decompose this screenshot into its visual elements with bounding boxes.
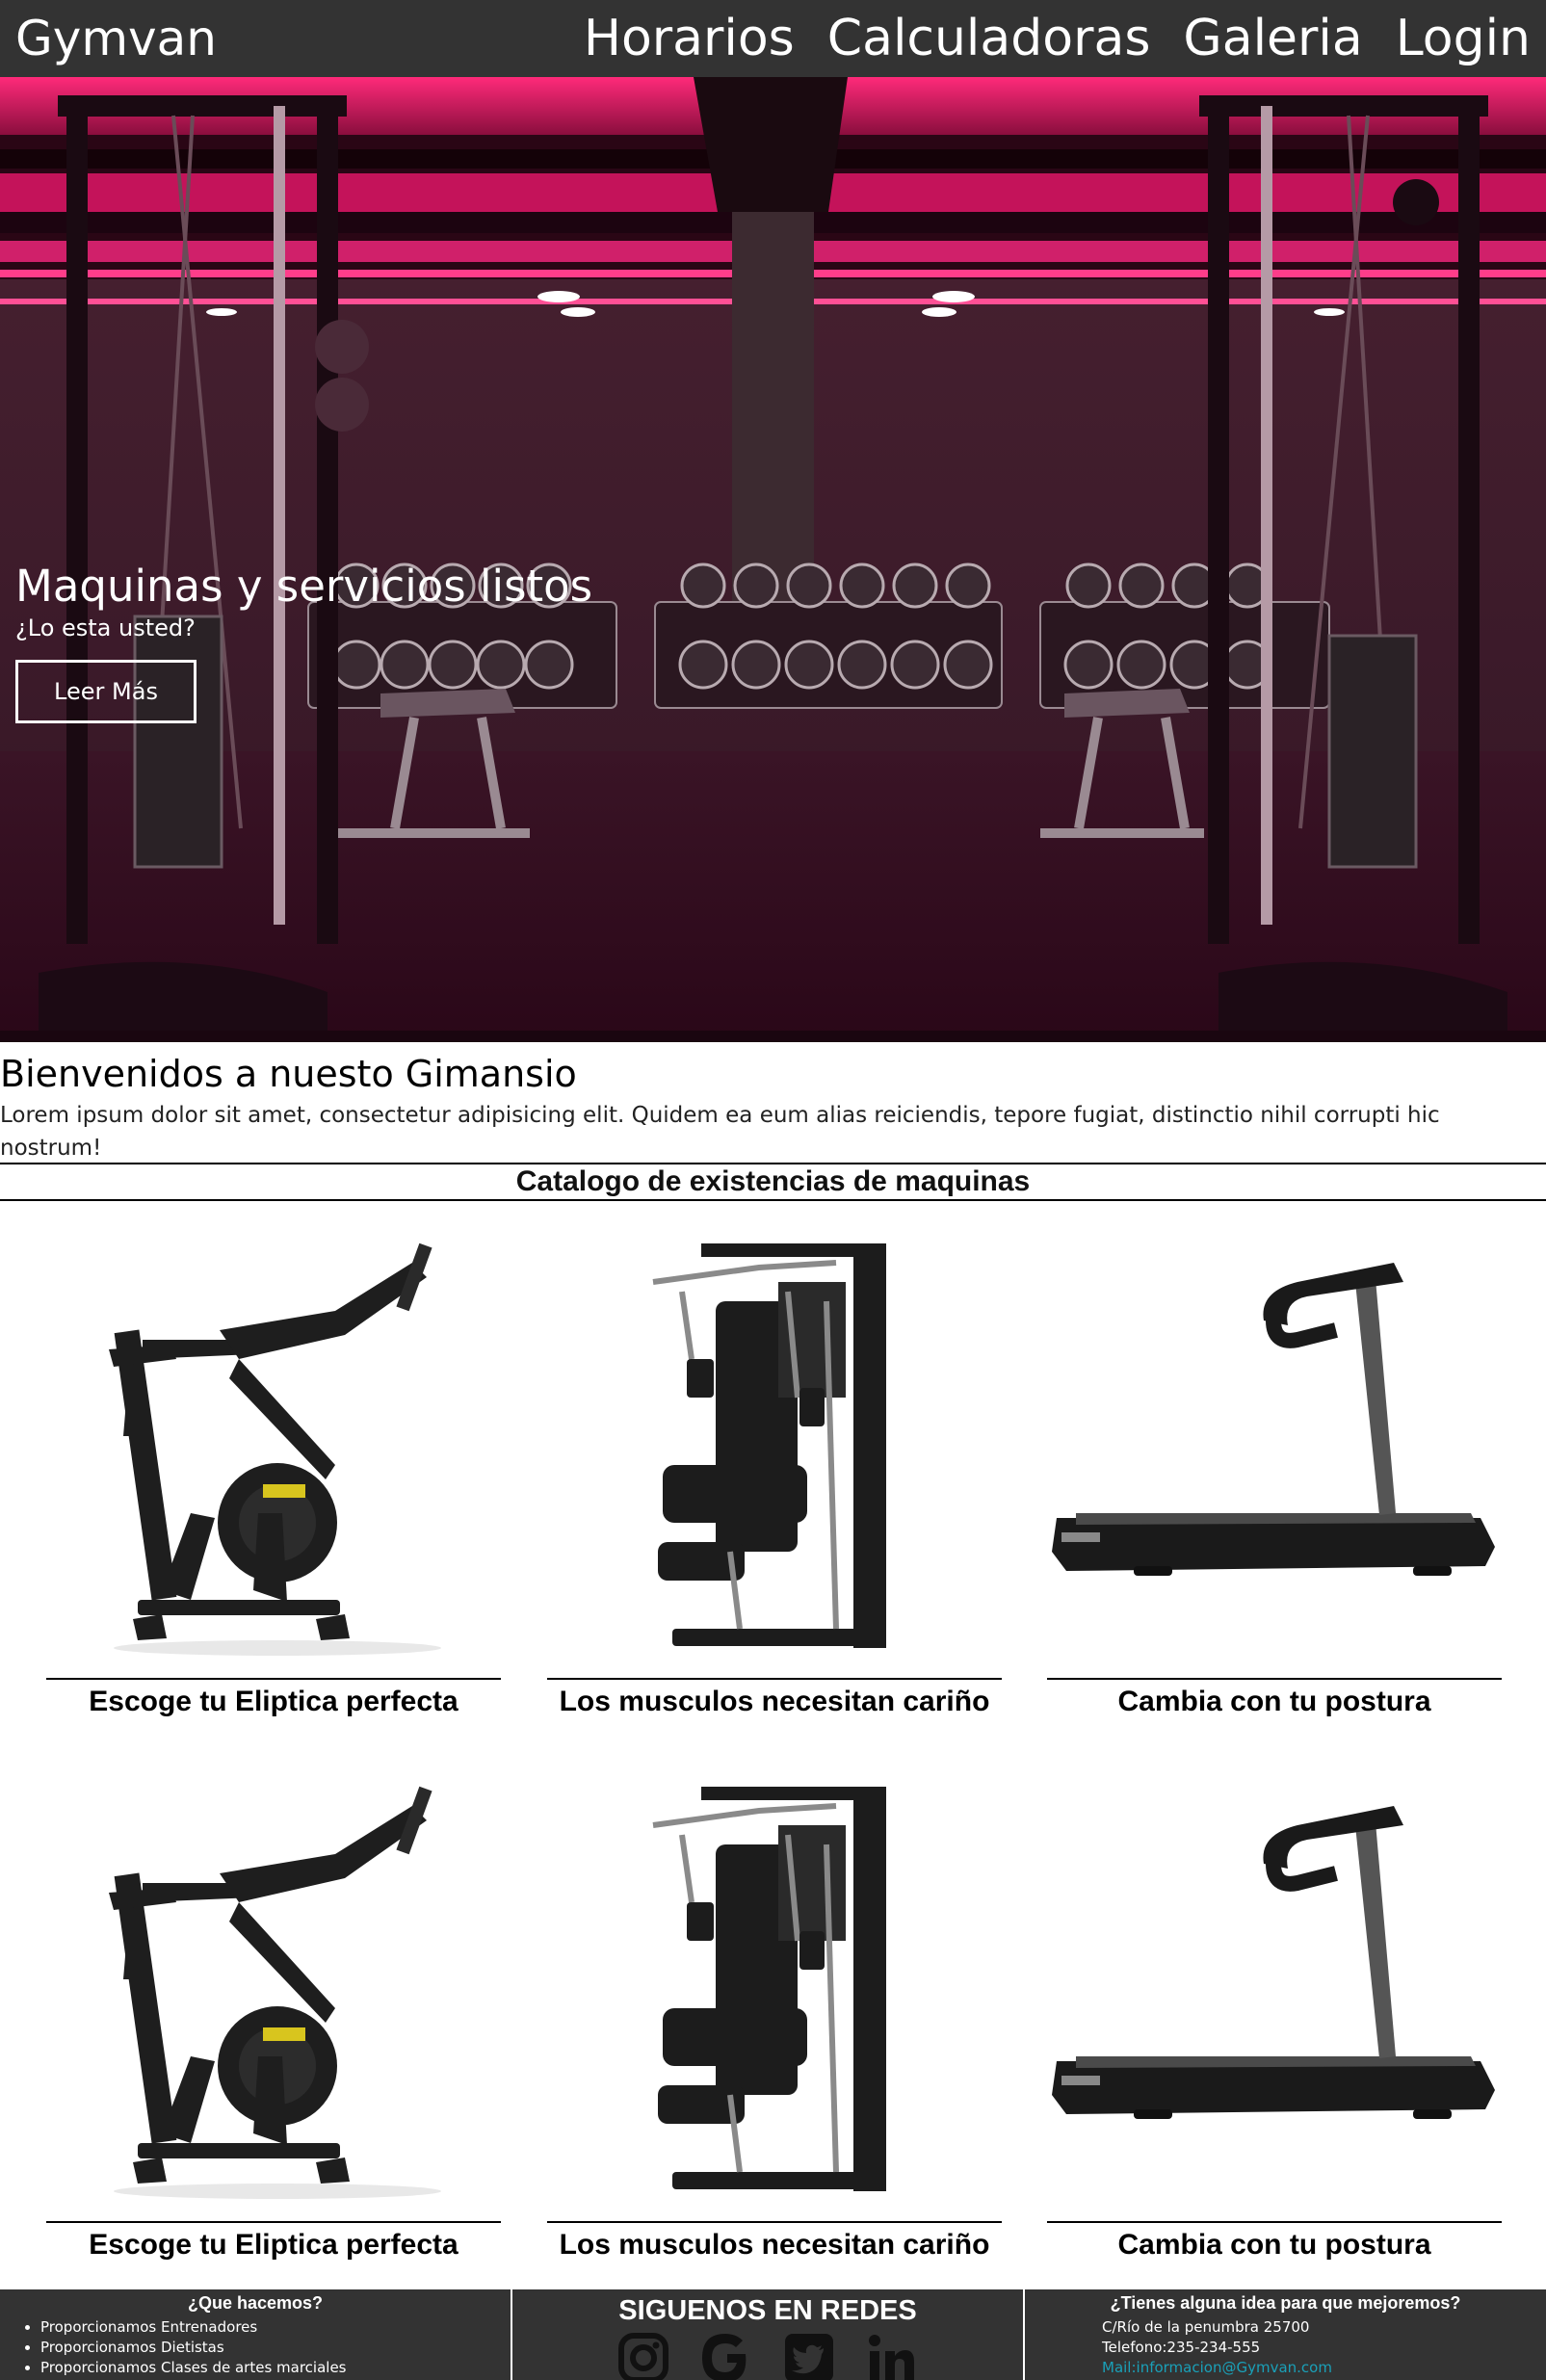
product-card[interactable]: Cambia con tu postura bbox=[1047, 1767, 1502, 2288]
welcome-text: Lorem ipsum dolor sit amet, consectetur … bbox=[0, 1103, 1440, 1161]
contact-info: C/Río de la penumbra 25700 Telefono:235-… bbox=[1025, 2317, 1546, 2378]
read-more-button[interactable]: Leer Más bbox=[15, 660, 197, 723]
product-card[interactable]: Los musculos necesitan cariño bbox=[547, 1224, 1002, 1744]
hero-title: Maquinas y servicios listos bbox=[15, 561, 593, 612]
google-icon[interactable] bbox=[699, 2331, 753, 2380]
welcome-title: Bienvenidos a nuesto Gimansio bbox=[0, 1053, 577, 1095]
exercise-bike-image bbox=[109, 1786, 441, 2199]
multi-gym-machine-image bbox=[652, 1787, 886, 2191]
product-caption: Escoge tu Eliptica perfecta bbox=[46, 2221, 501, 2262]
contact-mail-link[interactable]: Mail:informacion@Gymvan.com bbox=[1102, 2358, 1546, 2378]
product-card[interactable]: Los musculos necesitan cariño bbox=[547, 1767, 1002, 2288]
footer-social-heading: SIGUENOS EN REDES bbox=[618, 2295, 917, 2326]
list-item: Proporcionamos Dietistas bbox=[40, 2338, 511, 2358]
product-card[interactable]: Escoge tu Eliptica perfecta bbox=[46, 1767, 501, 2288]
contact-phone: Telefono:235-234-555 bbox=[1102, 2339, 1261, 2356]
product-card[interactable]: Escoge tu Eliptica perfecta bbox=[46, 1224, 501, 1744]
nav-link-calculadoras[interactable]: Calculadoras bbox=[827, 10, 1151, 67]
list-item: Proporcionamos Clases de artes marciales bbox=[40, 2358, 511, 2378]
product-caption: Cambia con tu postura bbox=[1047, 1678, 1502, 1718]
social-icons bbox=[512, 2331, 1023, 2380]
navbar: Gymvan Horarios Calculadoras Galeria Log… bbox=[0, 0, 1546, 77]
nav-link-horarios[interactable]: Horarios bbox=[584, 10, 795, 67]
product-caption: Los musculos necesitan cariño bbox=[547, 2221, 1002, 2262]
product-card[interactable]: Cambia con tu postura bbox=[1047, 1224, 1502, 1744]
list-item: Proporcionamos Entrenadores bbox=[40, 2317, 511, 2338]
treadmill-image bbox=[1052, 1806, 1495, 2119]
hero-banner: Maquinas y servicios listos ¿Lo esta ust… bbox=[0, 77, 1546, 1042]
brand-logo[interactable]: Gymvan bbox=[15, 11, 217, 66]
hero-subtitle: ¿Lo esta usted? bbox=[15, 615, 196, 641]
linkedin-icon[interactable] bbox=[865, 2331, 919, 2380]
hero-gym-image bbox=[0, 77, 1546, 1042]
nav-links: Horarios Calculadoras Galeria Login bbox=[584, 10, 1531, 67]
footer-contact-heading: ¿Tienes alguna idea para que mejoremos? bbox=[1110, 2293, 1461, 2313]
nav-link-login[interactable]: Login bbox=[1396, 10, 1531, 67]
footer-about: ¿Que hacemos? Proporcionamos Entrenadore… bbox=[0, 2289, 512, 2380]
twitter-icon[interactable] bbox=[782, 2331, 836, 2380]
product-caption: Escoge tu Eliptica perfecta bbox=[46, 1678, 501, 1718]
footer: ¿Que hacemos? Proporcionamos Entrenadore… bbox=[0, 2289, 1546, 2380]
nav-link-galeria[interactable]: Galeria bbox=[1183, 10, 1362, 67]
footer-social: SIGUENOS EN REDES bbox=[512, 2289, 1025, 2380]
multi-gym-machine-image bbox=[652, 1243, 886, 1648]
catalog-title: Catalogo de existencias de maquinas bbox=[0, 1163, 1546, 1201]
footer-contact: ¿Tienes alguna idea para que mejoremos? … bbox=[1025, 2289, 1546, 2380]
exercise-bike-image bbox=[109, 1242, 441, 1656]
footer-about-heading: ¿Que hacemos? bbox=[187, 2293, 324, 2313]
footer-about-list: Proporcionamos Entrenadores Proporcionam… bbox=[0, 2317, 511, 2378]
product-caption: Cambia con tu postura bbox=[1047, 2221, 1502, 2262]
treadmill-image bbox=[1052, 1263, 1495, 1576]
contact-address: C/Río de la penumbra 25700 bbox=[1102, 2318, 1310, 2336]
instagram-icon[interactable] bbox=[616, 2331, 670, 2380]
product-caption: Los musculos necesitan cariño bbox=[547, 1678, 1002, 1718]
